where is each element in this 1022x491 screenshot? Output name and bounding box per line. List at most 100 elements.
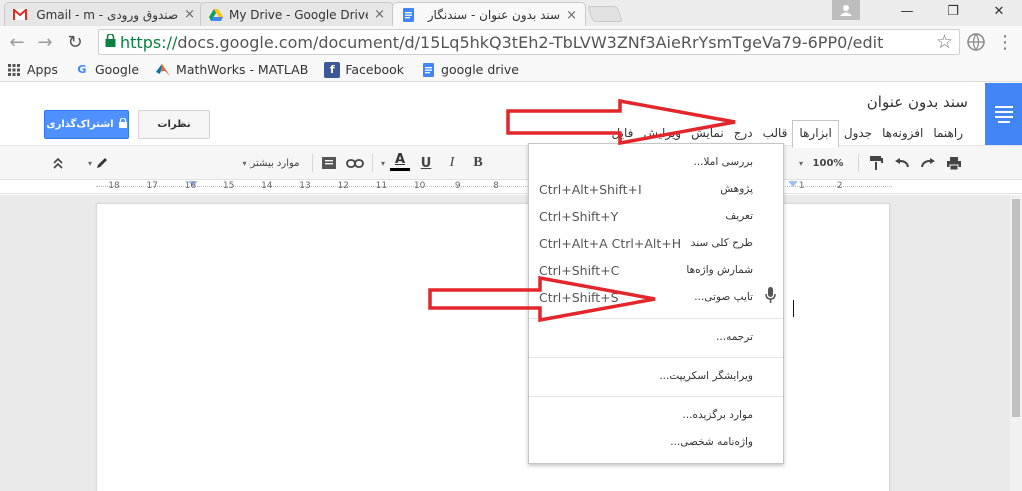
share-label: اشتراک‌گذاری bbox=[46, 119, 114, 130]
user-profile-icon[interactable] bbox=[832, 0, 860, 20]
zoom-select[interactable]: 100% bbox=[810, 154, 846, 172]
tab-gmail[interactable]: صندوق ورودی - Gmail - m × bbox=[4, 2, 204, 26]
menu-view[interactable]: نمایش bbox=[686, 123, 729, 143]
undo-icon[interactable] bbox=[892, 154, 912, 172]
menu-file[interactable]: فایل bbox=[607, 123, 639, 143]
chrome-menu-icon[interactable]: ⋮ bbox=[994, 31, 1016, 53]
bookmark-google[interactable]: G Google bbox=[74, 62, 139, 78]
bookmarks-bar: Apps G Google MathWorks - MATLAB f Faceb… bbox=[0, 58, 1022, 82]
chevron-down-icon[interactable]: ▾ bbox=[378, 154, 388, 172]
menu-item-research[interactable]: پژوهش Ctrl+Alt+Shift+I bbox=[529, 177, 783, 201]
menu-item-label: تعریف bbox=[725, 210, 753, 222]
bookmark-apps[interactable]: Apps bbox=[6, 62, 58, 78]
bookmark-mathworks[interactable]: MathWorks - MATLAB bbox=[155, 62, 308, 78]
document-title[interactable]: سند بدون عنوان bbox=[867, 93, 968, 111]
bookmark-label: Facebook bbox=[345, 62, 405, 77]
maximize-icon[interactable]: ❐ bbox=[930, 0, 976, 22]
redo-icon[interactable] bbox=[918, 154, 938, 172]
tab-drive[interactable]: My Drive - Google Drive × bbox=[200, 2, 394, 26]
new-tab-button[interactable] bbox=[587, 6, 623, 22]
insert-link-icon[interactable] bbox=[344, 154, 366, 172]
menu-item-label: موارد برگزیده... bbox=[682, 409, 753, 421]
menu-item-label: بررسی املا... bbox=[693, 156, 754, 168]
bold-button[interactable]: B bbox=[470, 154, 486, 172]
bookmark-facebook[interactable]: f Facebook bbox=[324, 61, 405, 78]
ruler-tick-label: 17 bbox=[146, 181, 158, 191]
menu-item-word-count[interactable]: شمارش واژه‌ها Ctrl+Shift+C bbox=[529, 258, 783, 282]
menu-divider bbox=[529, 396, 783, 397]
ruler-tick-label: 16 bbox=[184, 181, 197, 191]
menu-item-preferences[interactable]: موارد برگزیده... bbox=[529, 403, 783, 427]
more-tools-label: موارد بیشتر bbox=[250, 157, 300, 169]
collapse-toolbar-icon[interactable] bbox=[50, 154, 66, 172]
menu-item-shortcut: Ctrl+Shift+Y bbox=[539, 208, 619, 224]
bookmark-label: MathWorks - MATLAB bbox=[176, 62, 309, 77]
menu-table[interactable]: جدول bbox=[839, 123, 877, 143]
menu-insert[interactable]: درج bbox=[729, 123, 758, 143]
ruler: 18171615141312111098765432112 bbox=[0, 180, 1022, 194]
tab-docs[interactable]: سند بدون عنوان - سندنگار × bbox=[392, 2, 586, 27]
menu-item-shortcut: Ctrl+Shift+C bbox=[539, 262, 620, 278]
vertical-scrollbar[interactable] bbox=[1010, 195, 1022, 491]
tab-title: My Drive - Google Drive bbox=[229, 7, 369, 22]
menu-divider bbox=[529, 357, 783, 358]
print-icon[interactable] bbox=[944, 154, 964, 172]
bookmark-star-icon[interactable]: ☆ bbox=[936, 31, 953, 53]
menu-divider bbox=[529, 318, 783, 319]
more-tools-dropdown[interactable]: ▾ موارد بیشتر bbox=[240, 154, 302, 172]
text-color-swatch bbox=[390, 168, 410, 171]
tab-strip: صندوق ورودی - Gmail - m × My Drive - Goo… bbox=[0, 0, 1022, 27]
menu-item-define[interactable]: تعریف Ctrl+Shift+Y bbox=[529, 204, 783, 228]
ruler-tick-label: 15 bbox=[222, 181, 235, 191]
menu-item-translate[interactable]: ترجمه... bbox=[529, 325, 783, 349]
close-tab-icon[interactable]: × bbox=[374, 7, 385, 22]
menu-item-label: ترجمه... bbox=[716, 331, 753, 343]
comments-button[interactable]: نظرات bbox=[138, 110, 210, 139]
format-toolbar: ▾ ▾ موارد بیشتر ▾ A U I B ▾ 100% bbox=[0, 145, 1022, 180]
tab-title: صندوق ورودی - Gmail - m bbox=[36, 7, 179, 22]
docs-home-icon[interactable] bbox=[985, 83, 1022, 145]
globe-extension-icon[interactable] bbox=[965, 31, 987, 53]
menu-item-personal-dictionary[interactable]: واژه‌نامه شخصی... bbox=[529, 430, 783, 454]
menu-item-label: واژه‌نامه شخصی... bbox=[670, 436, 753, 448]
scrollbar-thumb[interactable] bbox=[1012, 199, 1020, 417]
minimize-icon[interactable]: — bbox=[884, 0, 930, 22]
close-tab-icon[interactable]: × bbox=[184, 7, 195, 22]
ruler-tick-label: 10 bbox=[413, 181, 426, 191]
menu-item-shortcut: Ctrl+Shift+S bbox=[539, 289, 619, 305]
menu-help[interactable]: راهنما bbox=[928, 123, 968, 143]
menu-addons[interactable]: افزونه‌ها bbox=[877, 123, 928, 143]
reload-icon[interactable]: ↻ bbox=[64, 31, 86, 53]
lock-icon bbox=[118, 117, 127, 131]
back-arrow-icon[interactable]: ← bbox=[6, 31, 28, 53]
paint-format-icon[interactable] bbox=[866, 154, 886, 172]
share-button[interactable]: اشتراک‌گذاری bbox=[44, 110, 129, 139]
bookmark-label: Apps bbox=[27, 62, 58, 77]
ruler-tick-label: 14 bbox=[261, 181, 273, 191]
menu-edit[interactable]: ویرایش bbox=[638, 123, 686, 143]
close-window-icon[interactable]: ✕ bbox=[976, 0, 1022, 22]
docs-icon bbox=[401, 8, 415, 22]
editing-mode-pencil-icon[interactable]: ▾ bbox=[84, 154, 112, 172]
address-bar[interactable]: https://docs.google.com/document/d/15Lq5… bbox=[98, 29, 960, 55]
chevron-down-icon[interactable]: ▾ bbox=[796, 154, 806, 172]
menu-item-spelling[interactable]: بررسی املا... bbox=[529, 150, 783, 174]
docs-icon bbox=[420, 62, 436, 78]
bookmark-google-drive[interactable]: google drive bbox=[420, 62, 519, 78]
docs-header: سند بدون عنوان فایل ویرایش نمایش درج قال… bbox=[0, 83, 1022, 148]
underline-button[interactable]: U bbox=[418, 154, 434, 172]
menu-item-voice-typing[interactable]: تایپ صوتی... Ctrl+Shift+S bbox=[529, 285, 783, 309]
ruler-tick-label: 8 bbox=[493, 181, 499, 191]
menu-tools[interactable]: ابزارها bbox=[792, 120, 839, 148]
menu-format[interactable]: قالب bbox=[758, 123, 793, 143]
menu-item-script-editor[interactable]: ویرایشگر اسکریپت... bbox=[529, 364, 783, 388]
menu-item-document-outline[interactable]: طرح کلی سند Ctrl+Alt+A Ctrl+Alt+H bbox=[529, 231, 783, 255]
text-color-button[interactable]: A bbox=[390, 152, 410, 171]
forward-arrow-icon[interactable]: → bbox=[34, 31, 56, 53]
toolbar-divider bbox=[858, 154, 859, 172]
insert-comment-icon[interactable] bbox=[320, 154, 338, 172]
ruler-tick-label: 11 bbox=[375, 181, 388, 191]
close-tab-icon[interactable]: × bbox=[566, 8, 577, 23]
italic-button[interactable]: I bbox=[444, 154, 460, 172]
menu-item-shortcut: Ctrl+Alt+A Ctrl+Alt+H bbox=[539, 235, 682, 251]
